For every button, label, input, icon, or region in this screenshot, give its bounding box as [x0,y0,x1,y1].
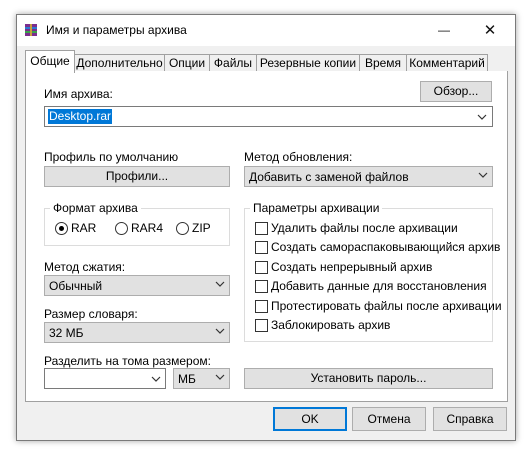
chevron-down-icon [215,374,225,380]
profiles-button[interactable]: Профили... [44,166,230,187]
chevron-down-icon [477,114,487,120]
winrar-icon [25,24,37,36]
format-rar-radio[interactable] [55,222,68,235]
update-method-select[interactable]: Добавить с заменой файлов [244,166,493,187]
tab-options[interactable]: Опции [164,54,210,72]
archive-name-label: Имя архива: [44,87,113,101]
compression-method-value: Обычный [49,279,103,293]
compression-method-label: Метод сжатия: [44,260,126,274]
minimize-button[interactable]: — [421,15,467,46]
sfx-archive-checkbox[interactable] [255,241,268,254]
tab-backup[interactable]: Резервные копии [256,54,360,72]
test-files-label[interactable]: Протестировать файлы после архивации [271,299,502,313]
format-rar-label[interactable]: RAR [71,221,96,235]
archive-name-combo[interactable]: Desktop.rar [44,106,493,127]
default-profile-label: Профиль по умолчанию [44,150,179,164]
ok-button[interactable]: OK [273,407,347,431]
solid-archive-label[interactable]: Создать непрерывный архив [271,260,432,274]
split-volumes-label: Разделить на тома размером: [44,354,211,368]
chevron-down-icon [215,281,225,287]
split-unit-value: МБ [178,372,196,386]
format-rar4-label[interactable]: RAR4 [131,221,163,235]
dictionary-size-label: Размер словаря: [44,307,138,321]
delete-files-checkbox[interactable] [255,222,268,235]
help-button[interactable]: Справка [433,407,507,431]
recovery-record-checkbox[interactable] [255,280,268,293]
delete-files-label[interactable]: Удалить файлы после архивации [271,221,458,235]
chevron-down-icon [215,328,225,334]
window-title: Имя и параметры архива [46,23,187,37]
title-bar[interactable]: Имя и параметры архива — ✕ [17,15,515,46]
chevron-down-icon [478,172,488,178]
close-button[interactable]: ✕ [467,15,513,46]
format-rar4-radio[interactable] [115,222,128,235]
set-password-button[interactable]: Установить пароль... [244,368,493,389]
cancel-button[interactable]: Отмена [352,407,426,431]
tab-comment[interactable]: Комментарий [406,54,488,72]
tab-panel-general: Имя архива: Обзор... Desktop.rar Профиль… [25,71,508,402]
sfx-archive-label[interactable]: Создать самораспаковывающийся архив [271,240,500,254]
tab-advanced[interactable]: Дополнительно [74,54,165,72]
format-zip-label[interactable]: ZIP [192,221,211,235]
test-files-checkbox[interactable] [255,300,268,313]
browse-button[interactable]: Обзор... [420,81,492,102]
tab-general[interactable]: Общие [25,50,75,73]
chevron-down-icon [151,376,161,382]
tab-time[interactable]: Время [359,54,407,72]
format-zip-radio[interactable] [176,222,189,235]
recovery-record-label[interactable]: Добавить данные для восстановления [271,279,487,293]
dictionary-size-value: 32 МБ [49,326,84,340]
split-size-combo[interactable] [44,368,166,389]
update-method-label: Метод обновления: [244,150,353,164]
archive-dialog: Имя и параметры архива — ✕ Общие Дополни… [16,14,516,441]
split-unit-select[interactable]: МБ [173,368,230,389]
tab-files[interactable]: Файлы [209,54,257,72]
compression-method-select[interactable]: Обычный [44,275,230,296]
solid-archive-checkbox[interactable] [255,261,268,274]
dictionary-size-select[interactable]: 32 МБ [44,322,230,343]
lock-archive-label[interactable]: Заблокировать архив [271,318,390,332]
archive-name-value: Desktop.rar [48,109,113,124]
lock-archive-checkbox[interactable] [255,319,268,332]
archiving-options-label: Параметры архивации [250,201,383,215]
archive-format-label: Формат архива [50,201,141,215]
update-method-value: Добавить с заменой файлов [249,170,409,184]
